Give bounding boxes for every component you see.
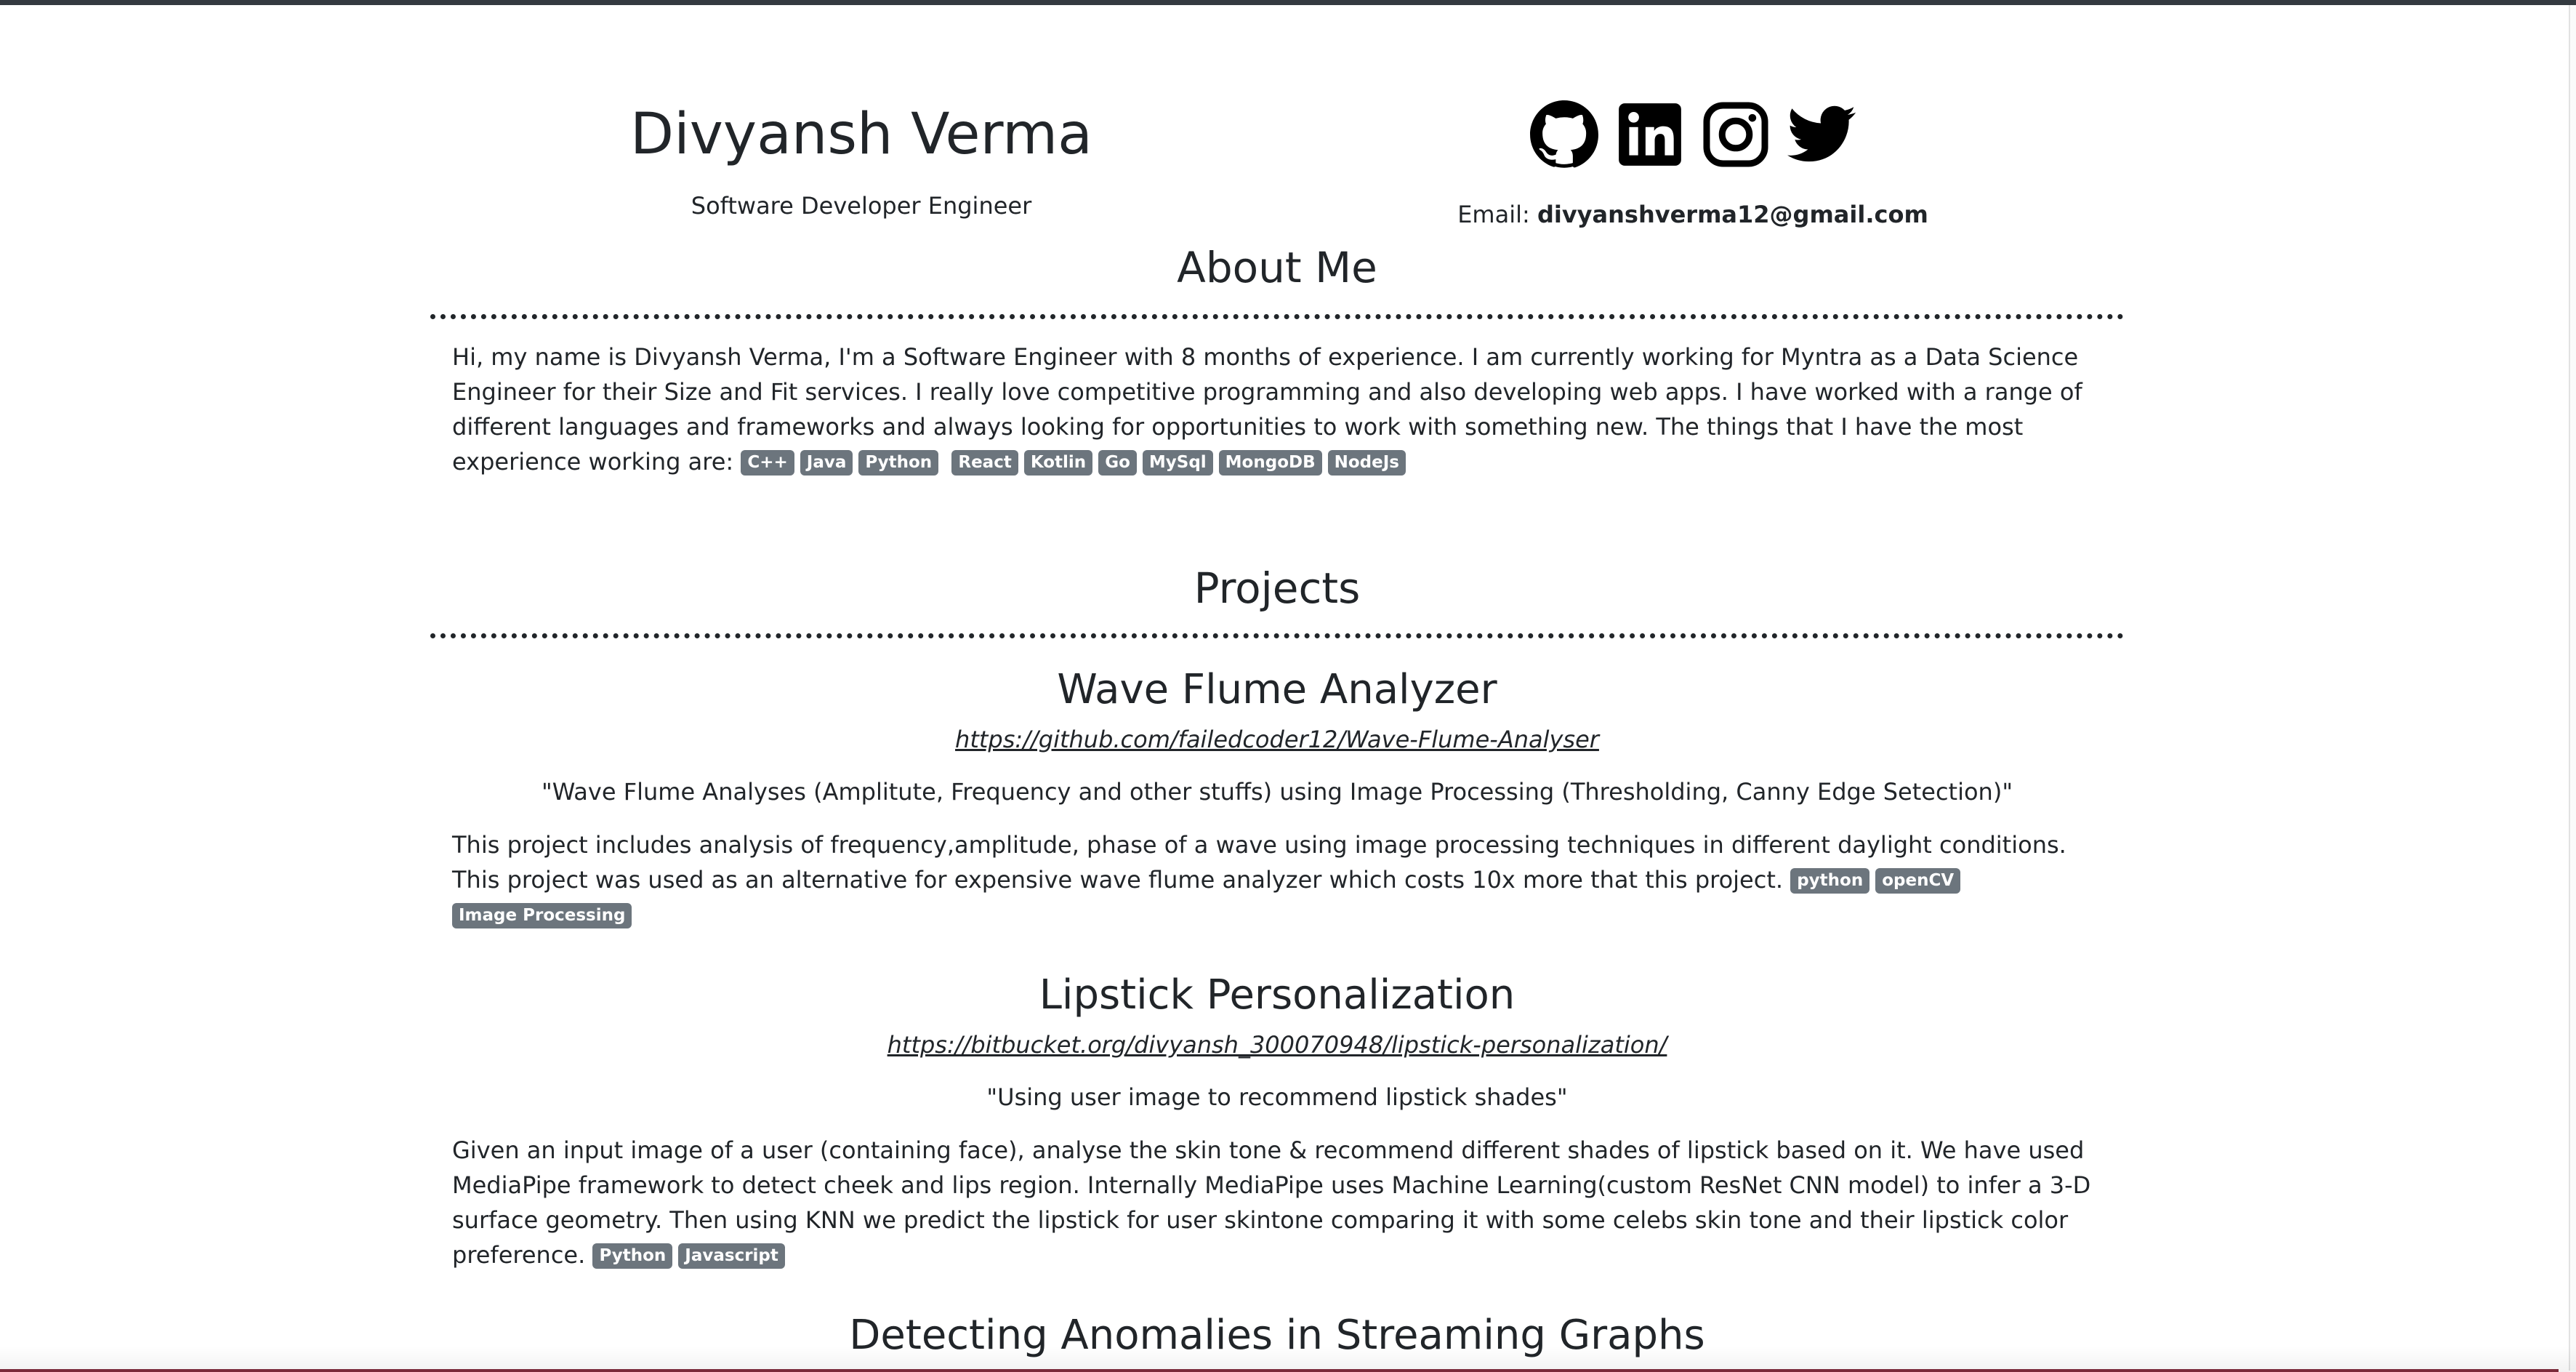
window-bottom-edge (0, 1369, 2559, 1372)
window-bottom-shadow (0, 1346, 2576, 1372)
name-block: Divyansh Verma Software Developer Engine… (430, 95, 1292, 220)
skill-badge: React (951, 450, 1018, 476)
skill-badge: Go (1098, 450, 1137, 476)
project-tagline: "Wave Flume Analyses (Amplitute, Frequen… (541, 778, 2013, 806)
job-role: Software Developer Engineer (691, 192, 1032, 220)
project-title: Wave Flume Analyzer (1057, 666, 1497, 713)
skill-badge: MySql (1142, 450, 1213, 476)
header: Divyansh Verma Software Developer Engine… (430, 0, 2124, 240)
skill-badge: Python (858, 450, 939, 476)
twitter-icon[interactable] (1786, 99, 1857, 170)
project-link[interactable]: https://bitbucket.org/divyansh_300070948… (430, 1028, 2124, 1062)
skill-badge: C++ (741, 450, 794, 476)
page-title: Divyansh Verma (630, 102, 1092, 167)
projects-divider (430, 633, 2124, 638)
social-links (1262, 99, 2124, 170)
about-divider (430, 314, 2124, 319)
tech-badge: openCV (1875, 868, 1961, 894)
page-container: Divyansh Verma Software Developer Engine… (430, 0, 2124, 1363)
vertical-scrollbar[interactable] (2569, 5, 2576, 1371)
tech-badge: Python (592, 1243, 673, 1269)
email-label: Email: (1457, 201, 1530, 228)
project-description: Given an input image of a user (containi… (430, 1133, 2124, 1272)
contact-block: Email: divyanshverma12@gmail.com (1262, 99, 2124, 228)
email-address[interactable]: divyanshverma12@gmail.com (1537, 201, 1928, 228)
instagram-icon[interactable] (1700, 99, 1771, 170)
skill-badge: MongoDB (1218, 450, 1322, 476)
tech-badge: Javascript (678, 1243, 785, 1269)
about-heading: About Me (1177, 243, 1377, 292)
projects-heading: Projects (1194, 563, 1361, 613)
skill-badge: NodeJs (1327, 450, 1406, 476)
project-card: Lipstick Personalization https://bitbuck… (430, 968, 2124, 1272)
project-tagline: "Using user image to recommend lipstick … (986, 1083, 1568, 1111)
linkedin-icon[interactable] (1614, 99, 1686, 170)
project-description: This project includes analysis of freque… (430, 827, 2124, 932)
project-card: Wave Flume Analyzer https://github.com/f… (430, 663, 2124, 932)
email-line: Email: divyanshverma12@gmail.com (1262, 201, 2124, 228)
project-title: Lipstick Personalization (1039, 971, 1516, 1019)
about-text: Hi, my name is Divyansh Verma, I'm a Sof… (430, 340, 2124, 479)
skill-badge: Java (800, 450, 853, 476)
tech-badge: Image Processing (452, 903, 632, 928)
github-icon[interactable] (1529, 99, 1600, 170)
tech-badge: python (1790, 868, 1870, 894)
project-link[interactable]: https://github.com/failedcoder12/Wave-Fl… (430, 723, 2124, 756)
skill-badge: Kotlin (1023, 450, 1093, 476)
